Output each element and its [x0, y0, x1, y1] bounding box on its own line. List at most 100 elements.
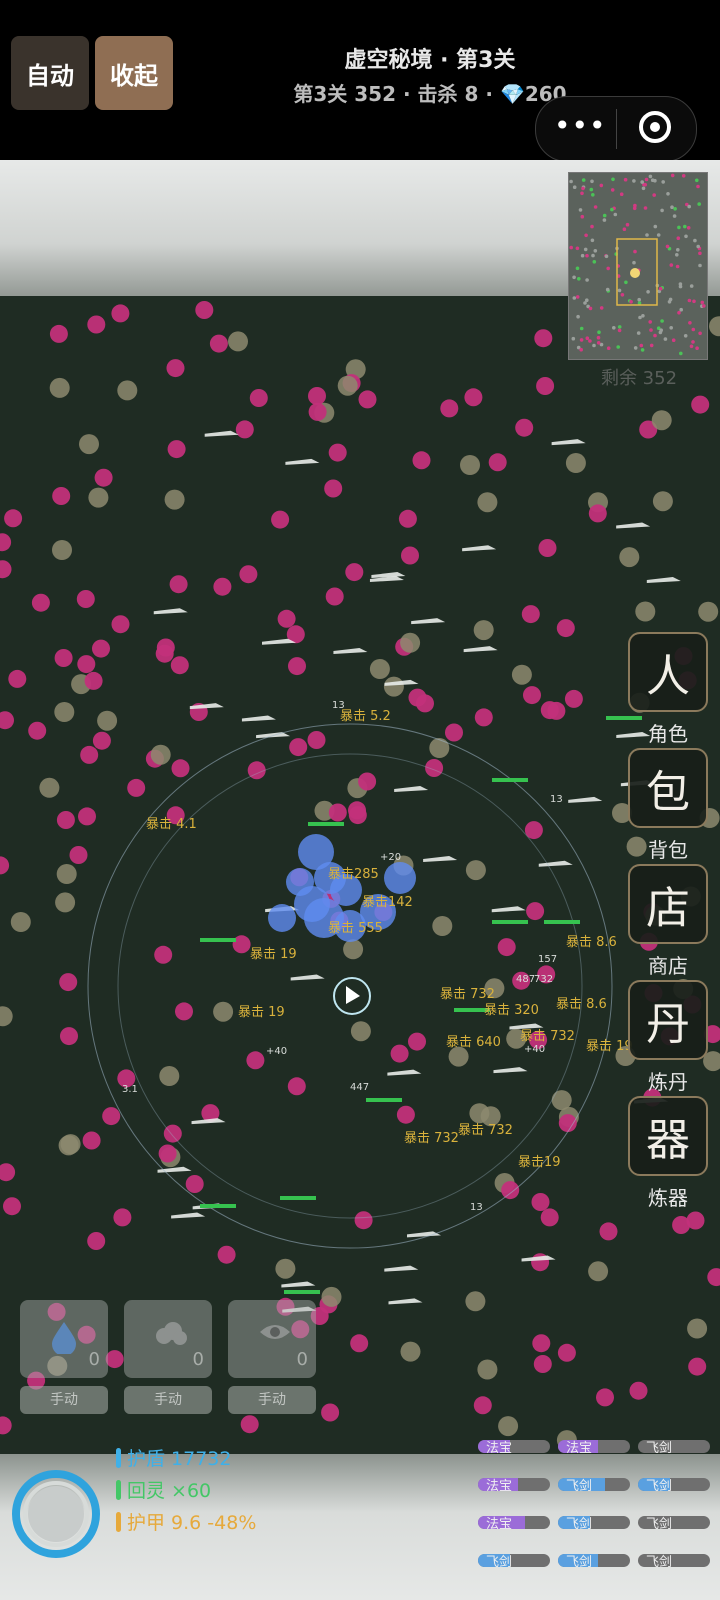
top-bar: 自动 收起 虚空秘境 · 第3关 第3关 352 · 击杀 8 · 💎260 •… — [0, 0, 720, 162]
damage-number: 暴击 555 — [328, 921, 383, 936]
pink-enemy — [307, 731, 326, 749]
shop-button[interactable]: 店 — [628, 864, 708, 944]
pink-enemy — [0, 1416, 12, 1435]
wolf-enemy — [281, 1281, 316, 1288]
forge-button[interactable]: 器 — [628, 1096, 708, 1176]
minimap-enemy-dot — [604, 254, 609, 259]
pink-enemy — [235, 420, 254, 439]
weapon-chip: 法宝 — [478, 1478, 550, 1491]
tan-enemy — [49, 377, 70, 398]
wolf-enemy — [387, 1069, 422, 1076]
pink-enemy — [246, 1051, 265, 1070]
pink-enemy — [328, 803, 347, 822]
pink-enemy — [111, 615, 130, 634]
pink-enemy — [515, 418, 534, 437]
minimap-enemy-dot — [640, 180, 644, 184]
tan-enemy — [60, 1134, 81, 1155]
pink-enemy — [113, 1208, 132, 1227]
weapon-label: 飞剑 — [566, 1555, 593, 1567]
minimap-enemy-dot — [581, 186, 585, 191]
minimap-enemy-dot — [622, 227, 627, 231]
damage-number: 暴击 732 — [404, 1131, 459, 1146]
minimap-enemy-dot — [599, 183, 604, 188]
more-icon[interactable]: ••• — [554, 112, 606, 143]
damage-number: 13 — [470, 1202, 483, 1213]
level-title: 虚空秘境 · 第3关 — [344, 48, 516, 73]
skill-slot-eye[interactable]: 0 — [228, 1300, 316, 1378]
auto-button[interactable]: 自动 — [11, 36, 89, 110]
close-target-icon[interactable] — [639, 111, 671, 143]
pink-enemy — [599, 1222, 618, 1241]
minimap-enemy-dot — [687, 204, 691, 209]
manual-toggle-eye[interactable]: 手动 — [228, 1386, 316, 1414]
minimap-player-dot — [630, 268, 640, 278]
minimap-enemy-dot — [695, 346, 699, 350]
skill-slot-water[interactable]: 0 — [20, 1300, 108, 1378]
skill-count: 0 — [88, 1349, 100, 1370]
minimap-dots — [569, 173, 706, 356]
minimap-enemy-dot — [588, 306, 593, 311]
weapon-label: 法宝 — [486, 1479, 513, 1491]
pink-enemy — [49, 324, 68, 343]
minimap-enemy-dot — [660, 319, 664, 323]
bag-button[interactable]: 包 — [628, 748, 708, 828]
minimap-enemy-dot — [675, 253, 679, 257]
minimap-enemy-dot — [572, 275, 576, 280]
minimap-enemy-dot — [620, 293, 625, 297]
pink-enemy — [56, 811, 75, 829]
role-button[interactable]: 人 — [628, 632, 708, 712]
damage-number: 暴击 320 — [484, 1003, 539, 1018]
pink-enemy — [78, 807, 96, 826]
manual-toggle-cloud[interactable]: 手动 — [124, 1386, 212, 1414]
damage-number: +20 — [380, 852, 401, 863]
minimap-enemy-dot — [638, 315, 642, 320]
minimap-enemy-dot — [596, 335, 601, 340]
minimap-enemy-dot — [617, 325, 622, 329]
tan-enemy — [343, 939, 364, 960]
tan-enemy — [39, 777, 60, 798]
minimap-enemy-dot — [583, 301, 587, 305]
pink-enemy — [526, 902, 545, 921]
minimap-enemy-dot — [644, 177, 649, 182]
pink-enemy — [358, 772, 377, 791]
minimap-enemy-dot — [617, 288, 622, 293]
level-status: 第3关 352 · 击杀 8 · 💎260 — [293, 82, 567, 106]
pink-enemy — [348, 806, 367, 825]
pink-enemy — [105, 1350, 124, 1369]
minimap-enemy-dot — [575, 295, 580, 299]
pink-enemy — [185, 1175, 204, 1193]
minimap[interactable] — [568, 172, 708, 360]
pink-enemy — [54, 649, 73, 667]
tan-enemy — [54, 702, 75, 722]
minimap-enemy-dot — [624, 280, 628, 285]
pink-enemy — [80, 745, 99, 764]
manual-toggle-water[interactable]: 手动 — [20, 1386, 108, 1414]
minimap-enemy-dot — [681, 174, 686, 178]
pink-enemy — [440, 399, 459, 418]
minimap-enemy-dot — [648, 320, 652, 324]
collapse-button[interactable]: 收起 — [95, 36, 173, 110]
minimap-enemy-dot — [580, 191, 584, 196]
alchemy-button[interactable]: 丹 — [628, 980, 708, 1060]
pink-enemy — [474, 708, 493, 727]
pink-enemy — [558, 1114, 577, 1133]
skill-slot-cloud[interactable]: 0 — [124, 1300, 212, 1378]
wolf-enemy — [538, 860, 573, 867]
minimap-enemy-dot — [577, 277, 581, 281]
enemy-hp-bar — [366, 1098, 402, 1102]
weapon-label: 飞剑 — [646, 1517, 673, 1529]
minimap-enemy-dot — [679, 351, 683, 356]
minimap-enemy-dot — [667, 300, 672, 304]
tan-enemy — [651, 410, 672, 431]
wolf-enemy — [290, 974, 325, 981]
minimap-enemy-dot — [572, 296, 577, 300]
wolf-enemy — [241, 715, 276, 722]
bag-label: 背包 — [648, 838, 688, 862]
tan-enemy — [0, 1006, 13, 1027]
minimap-enemy-dot — [659, 328, 663, 332]
minimap-enemy-dot — [702, 304, 706, 308]
minimap-enemy-dot — [579, 338, 584, 342]
weapon-chip: 法宝 — [478, 1516, 550, 1529]
pink-enemy — [321, 1403, 340, 1422]
enemy-hp-bar — [308, 822, 344, 826]
